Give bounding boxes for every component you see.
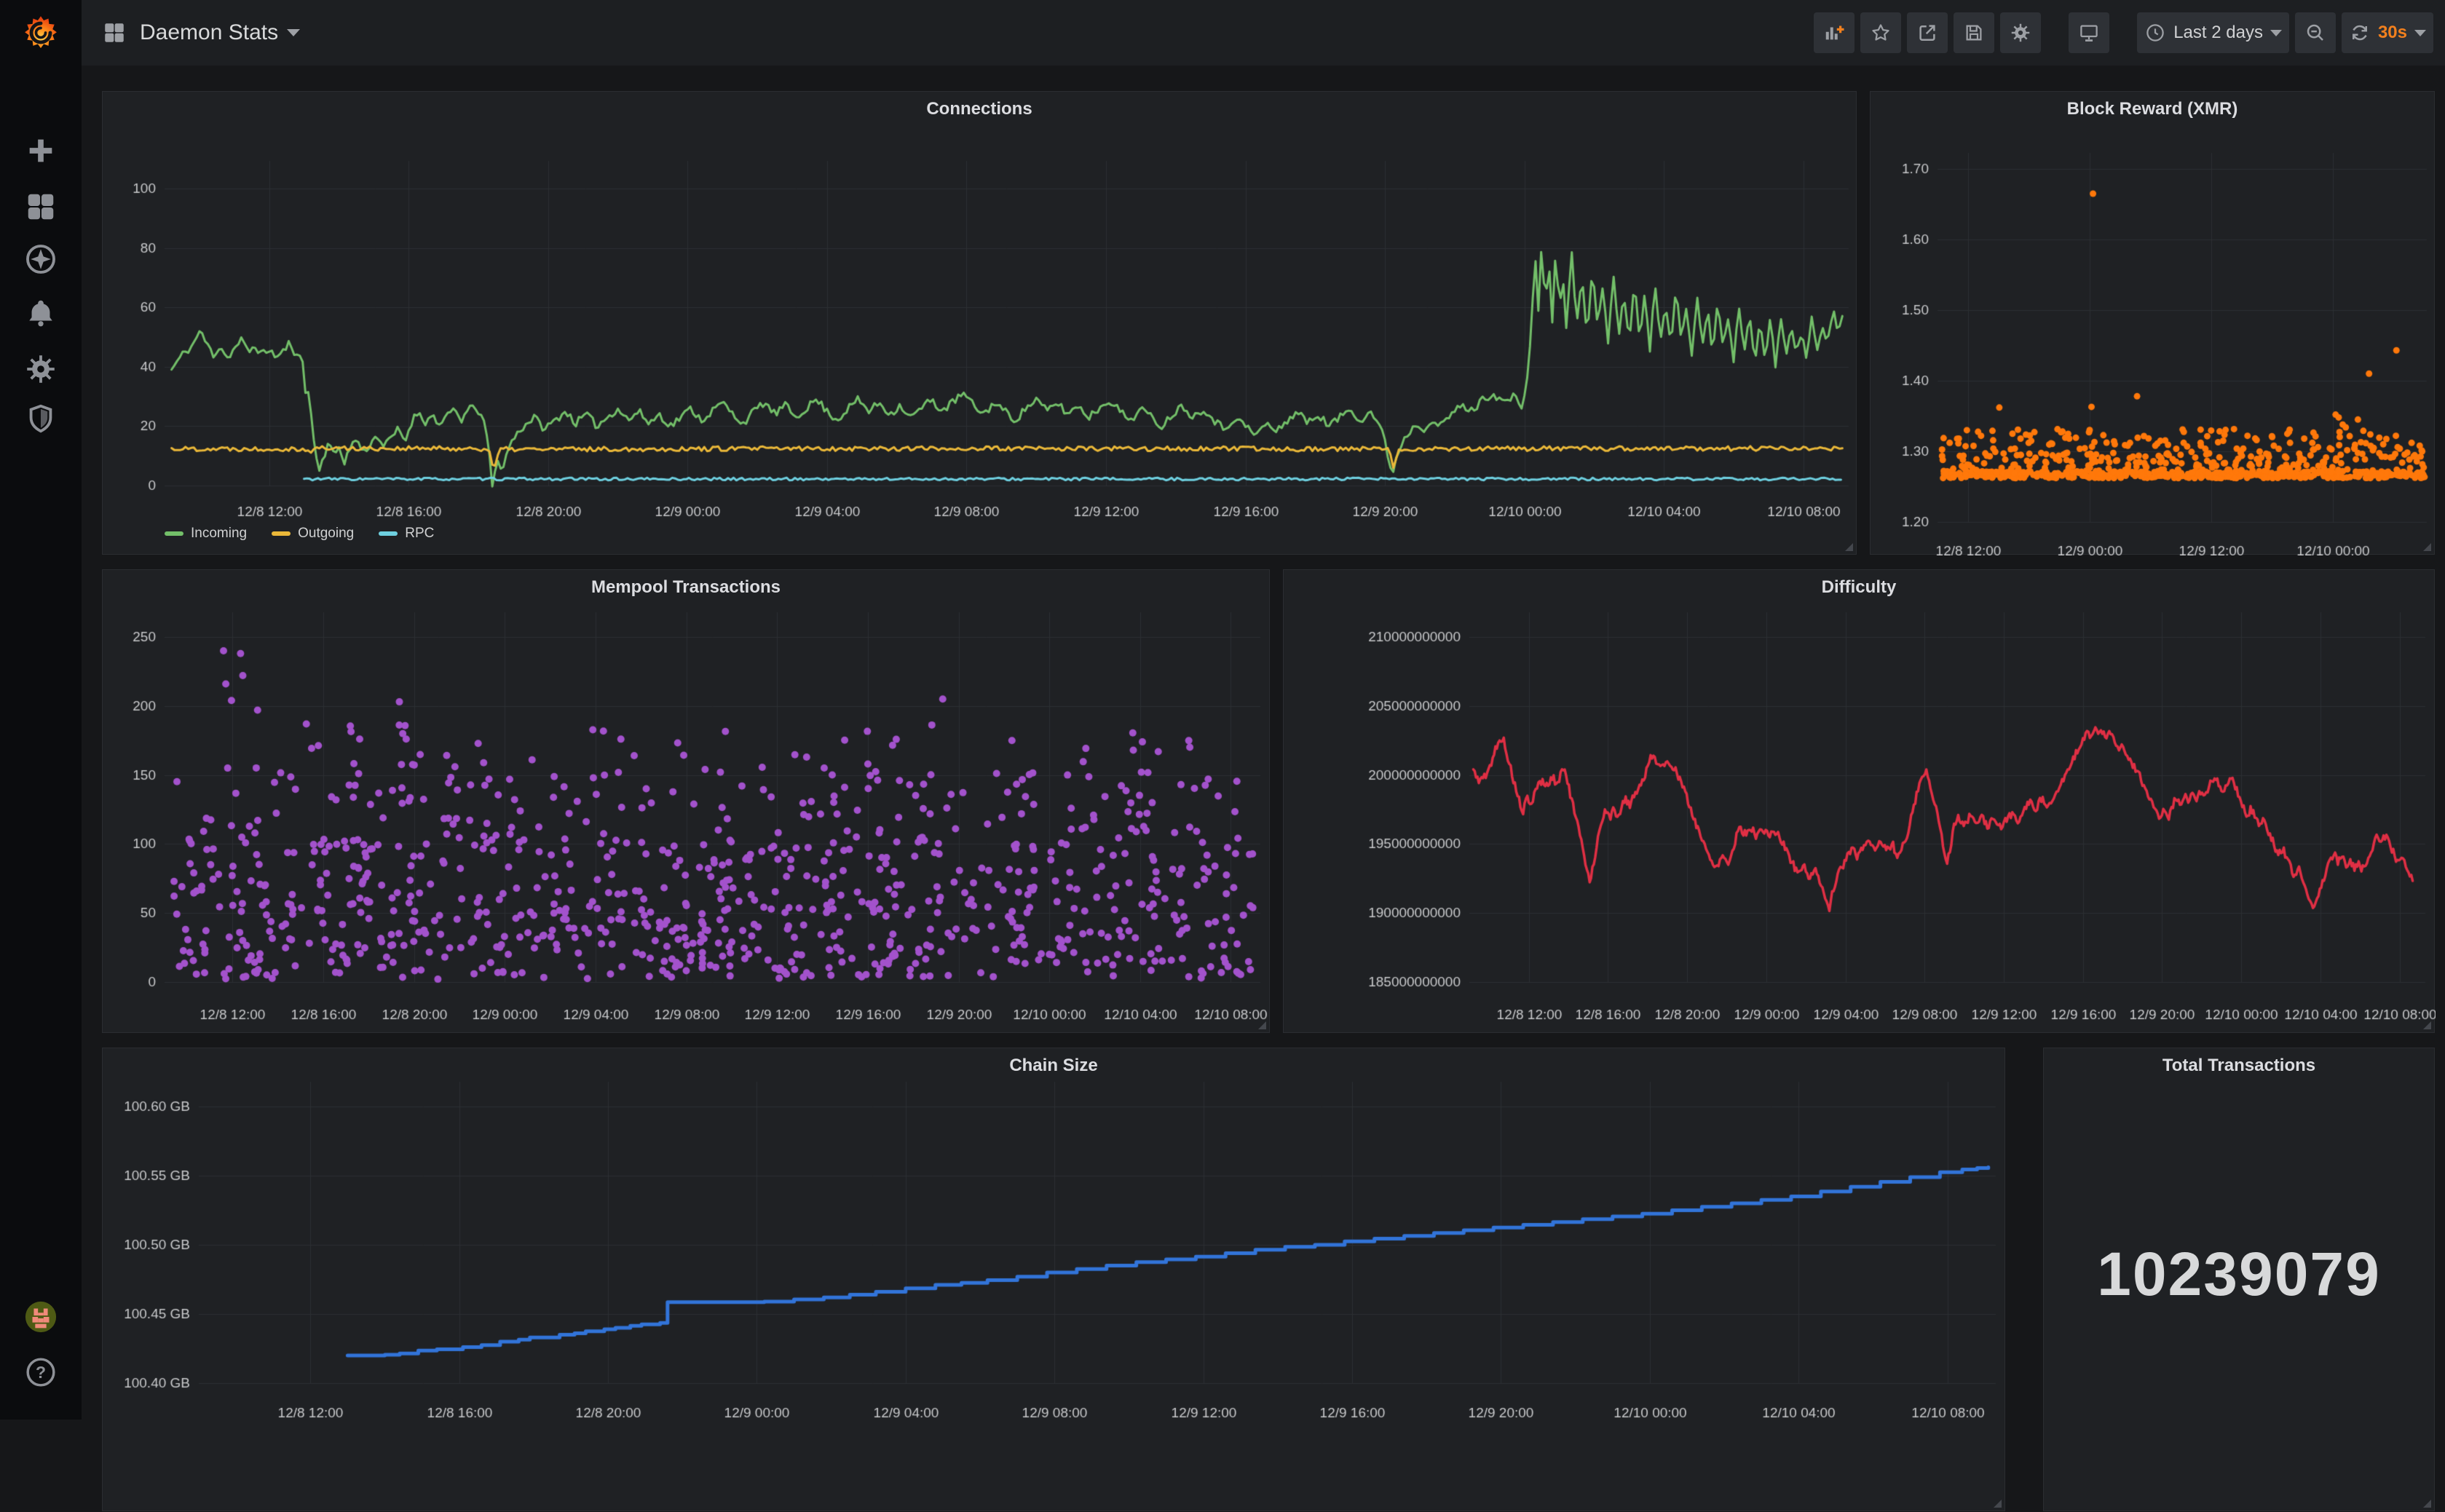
mempool-chart[interactable] [103,570,1271,1034]
connections-chart[interactable] [103,92,1857,555]
legend-item-rpc[interactable]: RPC [379,526,434,542]
panel-block-reward: Block Reward (XMR) [1870,91,2435,555]
legend-color-mark [379,531,398,536]
panel-title[interactable]: Total Transactions [2044,1056,2434,1076]
refresh-interval-label: 30s [2378,23,2407,43]
total-transactions-value: 10239079 [2044,1239,2434,1310]
star-button[interactable] [1860,12,1901,53]
chain-size-chart[interactable] [103,1048,2006,1512]
connections-legend: Incoming Outgoing RPC [165,526,434,542]
admin-shield-icon[interactable] [24,402,58,435]
legend-color-mark [165,531,183,536]
dashboard-title[interactable]: Daemon Stats [140,20,300,45]
block-reward-chart[interactable] [1871,92,2436,555]
panel-title[interactable]: Chain Size [103,1056,2004,1076]
time-range-label: Last 2 days [2173,23,2263,43]
legend-item-outgoing[interactable]: Outgoing [272,526,354,542]
caret-down-icon [2414,30,2426,36]
legend-label: Incoming [191,526,247,542]
user-avatar[interactable] [24,1300,58,1334]
dashboard-grid-icon[interactable] [102,20,127,45]
panel-chain-size: Chain Size [102,1048,2005,1511]
refresh-picker[interactable]: 30s [2342,12,2433,53]
add-panel-button[interactable] [1814,12,1855,53]
svg-text:?: ? [36,1363,46,1382]
difficulty-chart[interactable] [1284,570,2436,1034]
caret-down-icon [287,29,300,36]
dashboards-grid-icon[interactable] [24,190,58,223]
legend-color-mark [272,531,291,536]
legend-label: Outgoing [298,526,354,542]
share-button[interactable] [1907,12,1948,53]
cycle-view-monitor-button[interactable] [2069,12,2109,53]
grafana-logo[interactable] [0,0,82,66]
panel-mempool: Mempool Transactions [102,569,1270,1033]
panel-title[interactable]: Connections [103,99,1856,119]
legend-item-incoming[interactable]: Incoming [165,526,247,542]
panel-difficulty: Difficulty [1283,569,2435,1033]
help-icon[interactable]: ? [24,1355,58,1389]
grafana-dashboard: { "topbar": { "title": "Daemon Stats", "… [0,0,2445,1420]
panel-title[interactable]: Block Reward (XMR) [1871,99,2434,119]
panel-connections: Connections Incoming Outgoing RPC [102,91,1857,555]
panel-title[interactable]: Mempool Transactions [103,577,1269,598]
plus-icon[interactable] [24,134,58,167]
alerting-bell-icon[interactable] [24,296,58,330]
time-range-picker[interactable]: Last 2 days [2137,12,2289,53]
dashboard-title-text: Daemon Stats [140,20,278,45]
zoom-out-button[interactable] [2295,12,2336,53]
panel-title[interactable]: Difficulty [1284,577,2434,598]
sidebar: ? [0,0,82,1420]
panel-total-transactions: Total Transactions 10239079 [2043,1048,2435,1511]
save-button[interactable] [1954,12,1994,53]
configuration-gear-icon[interactable] [24,352,58,386]
settings-gear-button[interactable] [2000,12,2041,53]
legend-label: RPC [405,526,434,542]
topbar: Daemon Stats Last 2 days [82,0,2445,66]
explore-compass-icon[interactable] [24,242,58,276]
caret-down-icon [2270,30,2282,36]
